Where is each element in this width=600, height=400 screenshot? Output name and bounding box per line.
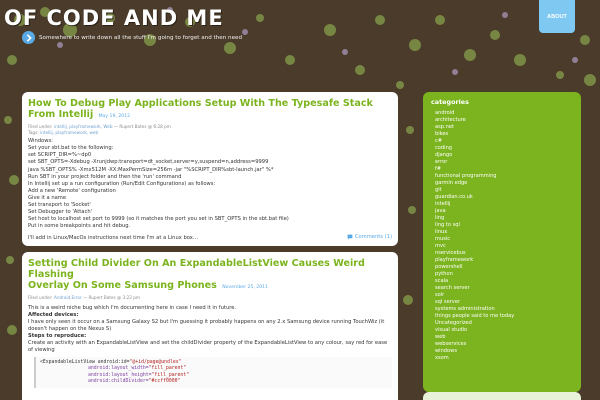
- category-link[interactable]: search server: [435, 285, 573, 292]
- category-link[interactable]: things people said to me today: [435, 313, 573, 320]
- category-link[interactable]: solr: [435, 292, 573, 299]
- post-body: Windows: Set your sbt.bat to the followi…: [28, 138, 289, 242]
- speech-bubble-icon: [347, 234, 353, 240]
- category-link[interactable]: garmin edge: [435, 180, 573, 187]
- post-title[interactable]: How To Debug Play Applications Setup Wit…: [28, 98, 392, 122]
- sidebar-heading: categories: [431, 98, 469, 106]
- category-link[interactable]: Uncategorized: [435, 320, 573, 327]
- post: Setting Child Divider On An ExpandableLi…: [22, 252, 398, 400]
- site-title[interactable]: OF CODE AND ME: [4, 6, 224, 30]
- tagline: Somewhere to write down all the stuff I'…: [22, 31, 242, 44]
- category-link[interactable]: sql server: [435, 299, 573, 306]
- category-link[interactable]: linux: [435, 229, 573, 236]
- category-link[interactable]: scala: [435, 278, 573, 285]
- category-link[interactable]: bikes: [435, 131, 573, 138]
- category-link[interactable]: intellij: [435, 201, 573, 208]
- post-title[interactable]: Setting Child Divider On An ExpandableLi…: [28, 258, 392, 293]
- post-body: This is a weird niche bug which I'm docu…: [28, 304, 388, 354]
- category-link[interactable]: visual studio: [435, 327, 573, 334]
- category-link[interactable]: mvc: [435, 243, 573, 250]
- category-link[interactable]: architecture: [435, 117, 573, 124]
- category-links[interactable]: Android,Error: [54, 295, 82, 300]
- category-links[interactable]: intellij, playframework, Web: [54, 124, 113, 129]
- category-link[interactable]: android: [435, 110, 573, 117]
- category-link[interactable]: powershell: [435, 264, 573, 271]
- post-meta: Filed under: intellij, playframework, We…: [28, 124, 171, 135]
- tag-links[interactable]: intellij, playframework, web: [40, 130, 98, 135]
- category-link[interactable]: coding: [435, 145, 573, 152]
- category-link[interactable]: webservices: [435, 341, 573, 348]
- category-link[interactable]: f#: [435, 166, 573, 173]
- code-block: <ExpandableListView android:id="@+id/pag…: [34, 357, 392, 389]
- about-nav-button[interactable]: ABOUT: [539, 0, 575, 33]
- sidebar-next-widget: [423, 392, 581, 400]
- category-link[interactable]: nservicebus: [435, 250, 573, 257]
- comments-link[interactable]: Comments (1): [347, 234, 392, 240]
- category-link[interactable]: c#: [435, 138, 573, 145]
- category-link[interactable]: error: [435, 159, 573, 166]
- arrow-right-icon: [22, 31, 35, 44]
- category-link[interactable]: xsom: [435, 355, 573, 362]
- category-link[interactable]: guardian.co.uk: [435, 194, 573, 201]
- category-link[interactable]: asp.net: [435, 124, 573, 131]
- category-link[interactable]: ling to sql: [435, 222, 573, 229]
- category-link[interactable]: windows: [435, 348, 573, 355]
- category-link[interactable]: systems administration: [435, 306, 573, 313]
- post-date: November 25, 2011: [222, 285, 269, 290]
- category-link[interactable]: web: [435, 334, 573, 341]
- category-link[interactable]: functional programming: [435, 173, 573, 180]
- category-link[interactable]: git: [435, 187, 573, 194]
- category-list: android architecture asp.net bikes c# co…: [435, 110, 573, 362]
- post-meta: Filed under: Android,Error — Rupert Bate…: [28, 295, 141, 300]
- post: How To Debug Play Applications Setup Wit…: [22, 92, 398, 246]
- categories-sidebar: categories android architecture asp.net …: [423, 92, 581, 392]
- post-date: May 19, 2012: [98, 114, 131, 119]
- category-link[interactable]: java: [435, 208, 573, 215]
- category-link[interactable]: django: [435, 152, 573, 159]
- category-link[interactable]: music: [435, 236, 573, 243]
- category-link[interactable]: playframework: [435, 257, 573, 264]
- tagline-text: Somewhere to write down all the stuff I'…: [39, 34, 243, 41]
- category-link[interactable]: python: [435, 271, 573, 278]
- category-link[interactable]: ling: [435, 215, 573, 222]
